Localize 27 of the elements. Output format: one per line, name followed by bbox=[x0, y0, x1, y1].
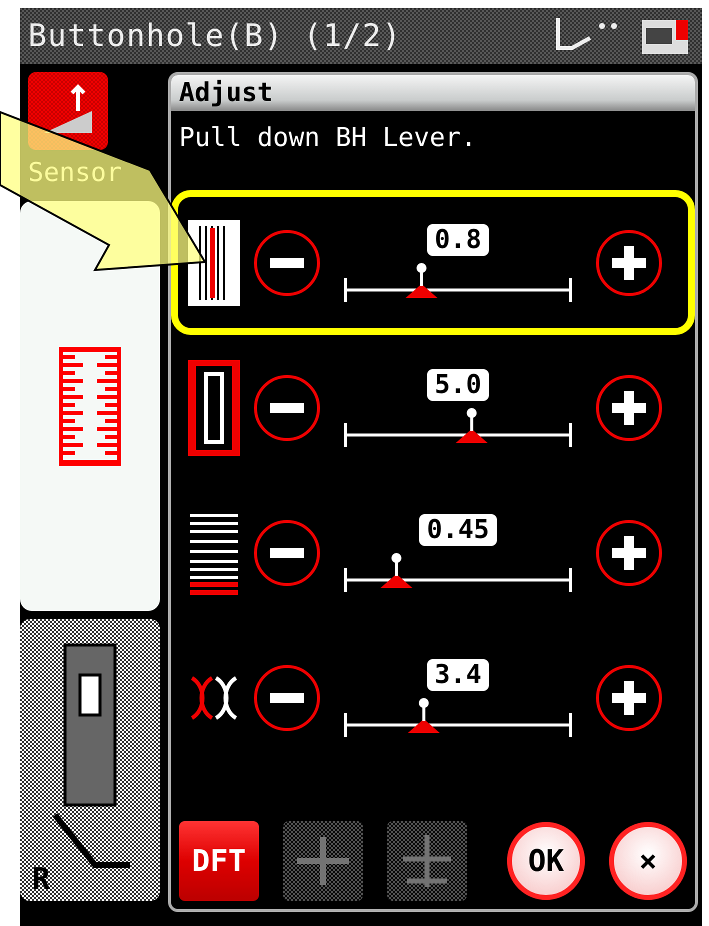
foot-letter: R bbox=[32, 865, 50, 895]
stitch-width-icon bbox=[186, 358, 242, 458]
minus-icon bbox=[270, 692, 304, 702]
plus-icon bbox=[612, 390, 646, 424]
buttonhole-stitch-icon bbox=[59, 346, 121, 466]
stitch-length-icon bbox=[186, 218, 242, 308]
plus-icon bbox=[612, 536, 646, 570]
dialog-title: Adjust bbox=[171, 75, 695, 111]
cancel-button[interactable]: × bbox=[609, 822, 687, 900]
slider-thumb[interactable] bbox=[456, 408, 488, 442]
slider-thumb[interactable] bbox=[406, 262, 438, 298]
minus-icon bbox=[270, 402, 304, 412]
default-button[interactable]: DFT bbox=[179, 821, 259, 901]
plus-icon bbox=[612, 680, 646, 714]
minus-icon bbox=[270, 548, 304, 558]
slider-thumb[interactable] bbox=[408, 698, 440, 732]
plus-icon bbox=[612, 246, 646, 280]
screen-title: Buttonhole(B) (1/2) bbox=[28, 16, 402, 56]
minus-icon bbox=[270, 258, 304, 268]
slider-thumb[interactable] bbox=[380, 552, 412, 588]
value-label: 0.8 bbox=[426, 224, 490, 256]
value-label: 0.45 bbox=[418, 514, 498, 546]
value-label: 5.0 bbox=[426, 368, 490, 400]
instruction-message: Pull down BH Lever. bbox=[178, 122, 478, 155]
ok-button[interactable]: OK bbox=[507, 822, 585, 900]
sensor-label: Sensor bbox=[28, 157, 123, 190]
value-label: 3.4 bbox=[426, 658, 490, 690]
